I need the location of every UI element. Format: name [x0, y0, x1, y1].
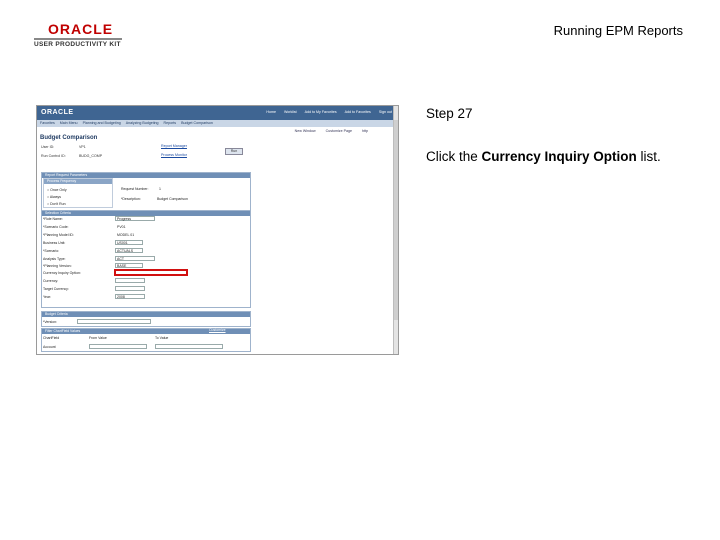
run-control-area: User ID: VP1 Run Control ID: BUDG_COMP R… [37, 143, 398, 161]
run-control-label: Run Control ID: [41, 154, 66, 158]
link-add-favorites[interactable]: Add to Favorites [345, 110, 371, 114]
version-label: *Version: [43, 320, 58, 324]
link-sign-out[interactable]: Sign out [379, 110, 392, 114]
run-control-value: BUDG_COMP [79, 154, 103, 158]
scenario-code-value[interactable]: PV01 [117, 225, 126, 229]
ps-toolbar: New Window Customize Page http [37, 127, 398, 135]
logo-divider [34, 38, 122, 40]
analysis-type-label: Analysis Type: [43, 257, 66, 261]
instruction-prefix: Click the [426, 149, 482, 164]
crumb-main-menu[interactable]: Main Menu [60, 121, 78, 126]
process-monitor-link[interactable]: Process Monitor [161, 153, 187, 157]
year-field[interactable]: 2008 [115, 294, 145, 299]
report-manager-link[interactable]: Report Manager [161, 144, 187, 148]
planning-version-label: *Planning Version: [43, 264, 72, 268]
crumb-budget-comparison[interactable]: Budget Comparison [181, 121, 213, 126]
planning-model-value[interactable]: MODEL 01 [117, 233, 134, 237]
currency-inquiry-option-label: Currency Inquiry Option: [43, 271, 81, 275]
scenario-field[interactable]: ACTUALS [115, 248, 143, 253]
year-label: Year: [43, 295, 52, 299]
scenario-label: *Scenario: [43, 249, 60, 253]
rule-name-select[interactable]: Progress [115, 216, 155, 221]
logo-wordmark: ORACLE [48, 21, 114, 37]
document-title: Running EPM Reports [553, 23, 683, 38]
oracle-upk-logo: ORACLE USER PRODUCTIVITY KIT [34, 22, 124, 48]
target-currency-field[interactable] [115, 286, 145, 291]
description-value[interactable]: Budget Comparison [157, 197, 188, 201]
ps-top-links: Home Worklist Add to My Favorites Add to… [266, 110, 392, 114]
customize-link[interactable]: Customize [209, 328, 226, 332]
ps-breadcrumb: Favorites Main Menu Planning and Budgeti… [37, 120, 398, 127]
from-value-field[interactable] [89, 344, 147, 349]
version-select[interactable] [77, 319, 151, 324]
logo-subtitle: USER PRODUCTIVITY KIT [34, 41, 121, 48]
customize-page-link[interactable]: Customize Page [326, 129, 352, 135]
to-value-field[interactable] [155, 344, 223, 349]
run-button[interactable]: Run [225, 148, 243, 155]
user-id-label: User ID: [41, 145, 55, 149]
frequency-dont-run-radio[interactable]: ○ Don't Run [47, 202, 66, 206]
step-instruction: Click the Currency Inquiry Option list. [426, 149, 661, 164]
target-currency-label: Target Currency: [43, 287, 69, 291]
ps-page-title: Budget Comparison [40, 135, 98, 141]
chartfield-account: Account [43, 345, 56, 349]
crumb-favorites[interactable]: Favorites [40, 121, 55, 126]
ps-banner: ORACLE Home Worklist Add to My Favorites… [37, 106, 398, 120]
request-number-label: Request Number: [121, 187, 149, 191]
application-screenshot: ORACLE Home Worklist Add to My Favorites… [36, 105, 399, 355]
instruction-suffix: list. [636, 149, 661, 164]
http-link[interactable]: http [362, 129, 368, 135]
crumb-planning[interactable]: Planning and Budgeting [83, 121, 121, 126]
frequency-always-radio[interactable]: ○ Always [47, 195, 61, 199]
scenario-code-label: *Scenario Code: [43, 225, 69, 229]
instruction-target: Currency Inquiry Option [481, 149, 637, 164]
crumb-reports[interactable]: Reports [164, 121, 177, 126]
planning-version-field[interactable]: BASE [115, 263, 143, 268]
budget-criteria-header: Budget Criteria [42, 312, 250, 317]
new-window-link[interactable]: New Window [295, 129, 316, 135]
vertical-scrollbar[interactable] [393, 106, 398, 354]
analysis-type-field[interactable]: ACT [115, 256, 155, 261]
link-add-my-favorites[interactable]: Add to My Favorites [305, 110, 337, 114]
crumb-analyzing[interactable]: Analyzing Budgeting [126, 121, 159, 126]
request-number-value: 1 [159, 187, 161, 191]
col-to-value: To Value [155, 336, 169, 340]
link-home[interactable]: Home [266, 110, 276, 114]
currency-field[interactable] [115, 278, 145, 283]
frequency-once-radio[interactable]: ○ Once Only [47, 188, 67, 192]
scrollbar-thumb[interactable] [394, 120, 398, 320]
business-unit-field[interactable]: US001 [115, 240, 143, 245]
process-frequency-header: Process Frequency [44, 179, 112, 184]
currency-label: Currency: [43, 279, 59, 283]
ps-brand: ORACLE [41, 109, 74, 116]
col-from-value: From Value [89, 336, 107, 340]
step-number: Step 27 [426, 106, 473, 121]
currency-inquiry-option-select[interactable] [114, 269, 188, 276]
link-worklist[interactable]: Worklist [284, 110, 297, 114]
col-chartfield: ChartField [43, 336, 60, 340]
planning-model-label: *Planning Model ID: [43, 233, 74, 237]
rule-name-label: *Rule Name: [43, 217, 63, 221]
user-id-value: VP1 [79, 145, 86, 149]
business-unit-label: Business Unit: [43, 241, 66, 245]
description-label: *Description: [121, 197, 141, 201]
